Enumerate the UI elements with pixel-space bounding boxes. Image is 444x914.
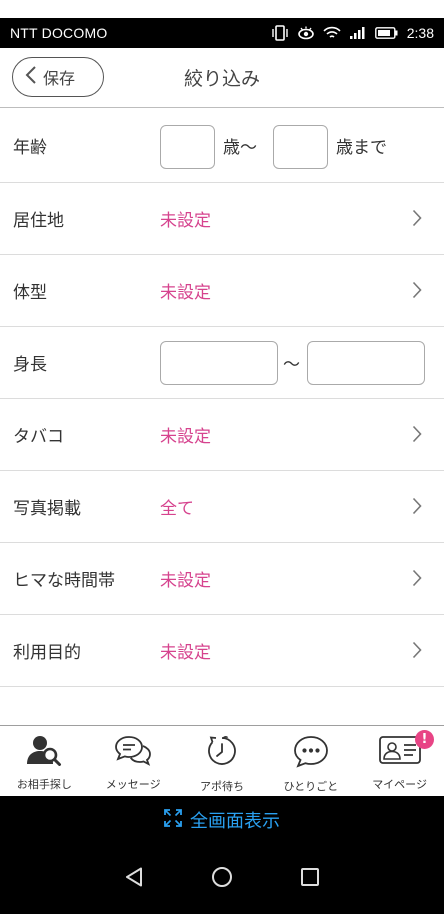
bottom-tab-bar: お相手探し メッセージ アポ待ち ひとりごと ! マイページ: [0, 725, 444, 796]
vibrate-icon: [271, 25, 289, 41]
filter-row-photo[interactable]: 写真掲載 全て: [0, 471, 444, 543]
signal-icon: [349, 26, 367, 40]
clock-icon: [205, 734, 239, 772]
age-to-suffix: 歳まで: [336, 137, 387, 158]
square-recents-icon: [300, 867, 320, 891]
chevron-right-icon: [412, 641, 422, 663]
tab-my-page[interactable]: ! マイページ: [355, 726, 444, 796]
status-bar: NTT DOCOMO 2:38: [0, 18, 444, 48]
tab-monologue[interactable]: ひとりごと: [266, 726, 355, 796]
height-from-input[interactable]: [160, 341, 278, 385]
body-type-label: 体型: [13, 283, 47, 303]
height-label: 身長: [13, 355, 47, 375]
eye-icon: [297, 26, 315, 40]
tab-partner-search[interactable]: お相手探し: [0, 726, 89, 796]
photo-value: 全て: [160, 499, 194, 519]
page-title: 絞り込み: [183, 68, 260, 90]
triangle-back-icon: [123, 866, 145, 892]
chevron-right-icon: [412, 497, 422, 519]
expand-icon: [164, 809, 182, 831]
clock-time: 2:38: [406, 25, 434, 41]
free-time-value: 未設定: [160, 571, 211, 591]
tab-label: ひとりごと: [283, 780, 339, 793]
filter-row-body-type[interactable]: 体型 未設定: [0, 255, 444, 327]
carrier-name: NTT DOCOMO: [10, 25, 108, 41]
residence-value: 未設定: [160, 211, 211, 231]
recents-nav-button[interactable]: [290, 859, 330, 899]
chevron-right-icon: [412, 569, 422, 591]
age-to-input[interactable]: [273, 125, 328, 169]
android-nav-bar: [0, 844, 444, 914]
notification-badge: !: [414, 730, 434, 749]
purpose-label: 利用目的: [13, 643, 81, 663]
tab-label: マイページ: [372, 778, 427, 791]
purpose-value: 未設定: [160, 643, 211, 663]
photo-label: 写真掲載: [13, 499, 81, 519]
filter-list: 年齢 歳〜 歳まで 居住地 未設定 体型 未設定 身長 〜 タバコ 未設定 写真…: [0, 108, 444, 687]
tobacco-value: 未設定: [160, 427, 211, 447]
tab-label: お相手探し: [16, 778, 72, 791]
tab-messages[interactable]: メッセージ: [89, 726, 178, 796]
filter-row-free-time[interactable]: ヒマな時間帯 未設定: [0, 543, 444, 615]
chevron-right-icon: [412, 209, 422, 231]
residence-label: 居住地: [13, 211, 64, 231]
circle-home-icon: [211, 866, 233, 892]
tab-appointment-waiting[interactable]: アポ待ち: [178, 726, 267, 796]
battery-icon: [374, 27, 399, 39]
filter-row-tobacco[interactable]: タバコ 未設定: [0, 399, 444, 471]
tobacco-label: タバコ: [13, 427, 64, 447]
wifi-icon: [323, 26, 341, 40]
home-nav-button[interactable]: [202, 859, 242, 899]
tab-label: メッセージ: [105, 778, 161, 791]
chat-bubbles-icon: [113, 734, 153, 770]
fullscreen-button[interactable]: 全画面表示: [0, 796, 444, 844]
fullscreen-label: 全画面表示: [190, 811, 280, 832]
body-type-value: 未設定: [160, 283, 211, 303]
speech-bubble-icon: [292, 734, 330, 772]
chevron-right-icon: [412, 281, 422, 303]
filter-row-age: 年齢 歳〜 歳まで: [0, 108, 444, 183]
filter-row-height: 身長 〜: [0, 327, 444, 399]
free-time-label: ヒマな時間帯: [13, 571, 115, 591]
back-nav-button[interactable]: [114, 859, 154, 899]
chevron-right-icon: [412, 425, 422, 447]
person-search-icon: [26, 734, 62, 770]
height-separator: 〜: [283, 355, 300, 375]
top-margin: [0, 0, 444, 18]
age-from-suffix: 歳〜: [223, 137, 257, 158]
age-label: 年齢: [13, 137, 47, 158]
header: 保存 絞り込み: [0, 48, 444, 108]
filter-row-purpose[interactable]: 利用目的 未設定: [0, 615, 444, 687]
age-from-input[interactable]: [160, 125, 215, 169]
filter-row-residence[interactable]: 居住地 未設定: [0, 183, 444, 255]
tab-label: アポ待ち: [199, 780, 244, 793]
height-to-input[interactable]: [307, 341, 425, 385]
